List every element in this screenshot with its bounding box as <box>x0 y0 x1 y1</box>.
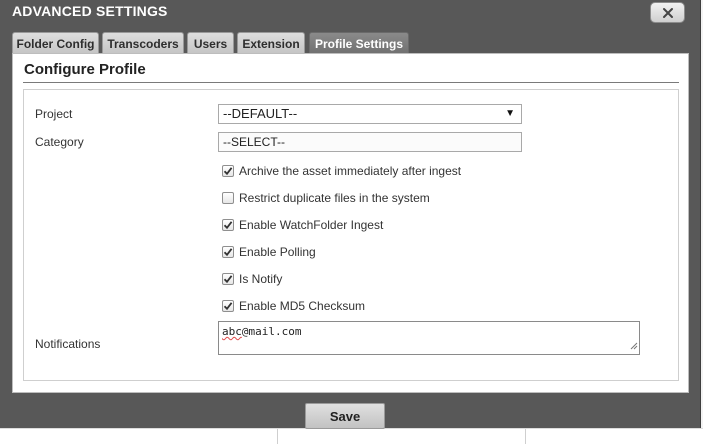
tab-extension[interactable]: Extension <box>237 32 305 54</box>
option-restrict-duplicates-row: Restrict duplicate files in the system <box>222 191 430 205</box>
project-select[interactable]: --DEFAULT-- ▼ <box>218 104 522 124</box>
md5-checkbox[interactable] <box>222 300 234 312</box>
close-button[interactable] <box>650 2 685 23</box>
restrict-duplicates-checkbox[interactable] <box>222 192 234 204</box>
background-divider <box>525 429 526 444</box>
polling-option-label: Enable Polling <box>239 245 316 259</box>
notification-email-domain: @mail.com <box>241 325 302 338</box>
archive-option-label: Archive the asset immediately after inge… <box>239 164 462 178</box>
category-label: Category <box>35 135 84 149</box>
tab-profile-settings[interactable]: Profile Settings <box>309 32 409 54</box>
background-page-strip <box>0 428 703 444</box>
category-selected-value: --SELECT-- <box>223 135 286 149</box>
title-divider <box>23 82 679 83</box>
background-divider <box>277 429 278 444</box>
option-archive-row: Archive the asset immediately after inge… <box>222 164 461 178</box>
close-icon <box>662 7 674 19</box>
project-selected-value: --DEFAULT-- <box>223 106 298 121</box>
option-watchfolder-row: Enable WatchFolder Ingest <box>222 218 383 232</box>
profile-form: Project --DEFAULT-- ▼ Category --SELECT-… <box>23 89 679 381</box>
dialog-title: ADVANCED SETTINGS <box>12 3 168 19</box>
category-select[interactable]: --SELECT-- <box>218 132 522 152</box>
profile-settings-panel: Configure Profile Project --DEFAULT-- ▼ … <box>12 53 689 393</box>
archive-checkbox[interactable] <box>222 165 234 177</box>
watchfolder-checkbox[interactable] <box>222 219 234 231</box>
restrict-duplicates-option-label: Restrict duplicate files in the system <box>239 191 430 205</box>
panel-title: Configure Profile <box>24 61 146 78</box>
advanced-settings-dialog: ADVANCED SETTINGS Folder Config Transcod… <box>0 0 701 429</box>
option-notify-row: Is Notify <box>222 272 282 286</box>
tab-transcoders[interactable]: Transcoders <box>102 32 184 54</box>
option-md5-row: Enable MD5 Checksum <box>222 299 365 313</box>
dropdown-arrow-icon: ▼ <box>505 108 515 119</box>
notification-email-user: abc <box>222 325 242 338</box>
tab-users[interactable]: Users <box>187 32 234 54</box>
save-button[interactable]: Save <box>305 403 385 429</box>
md5-option-label: Enable MD5 Checksum <box>239 299 366 313</box>
notify-checkbox[interactable] <box>222 273 234 285</box>
notifications-label: Notifications <box>35 337 101 351</box>
tab-folder-config[interactable]: Folder Config <box>12 32 99 54</box>
project-label: Project <box>35 107 73 121</box>
option-polling-row: Enable Polling <box>222 245 316 259</box>
polling-checkbox[interactable] <box>222 246 234 258</box>
watchfolder-option-label: Enable WatchFolder Ingest <box>239 218 384 232</box>
notifications-textarea[interactable]: abc@mail.com <box>218 321 640 355</box>
notify-option-label: Is Notify <box>239 272 283 286</box>
resize-handle-icon[interactable] <box>630 340 638 353</box>
